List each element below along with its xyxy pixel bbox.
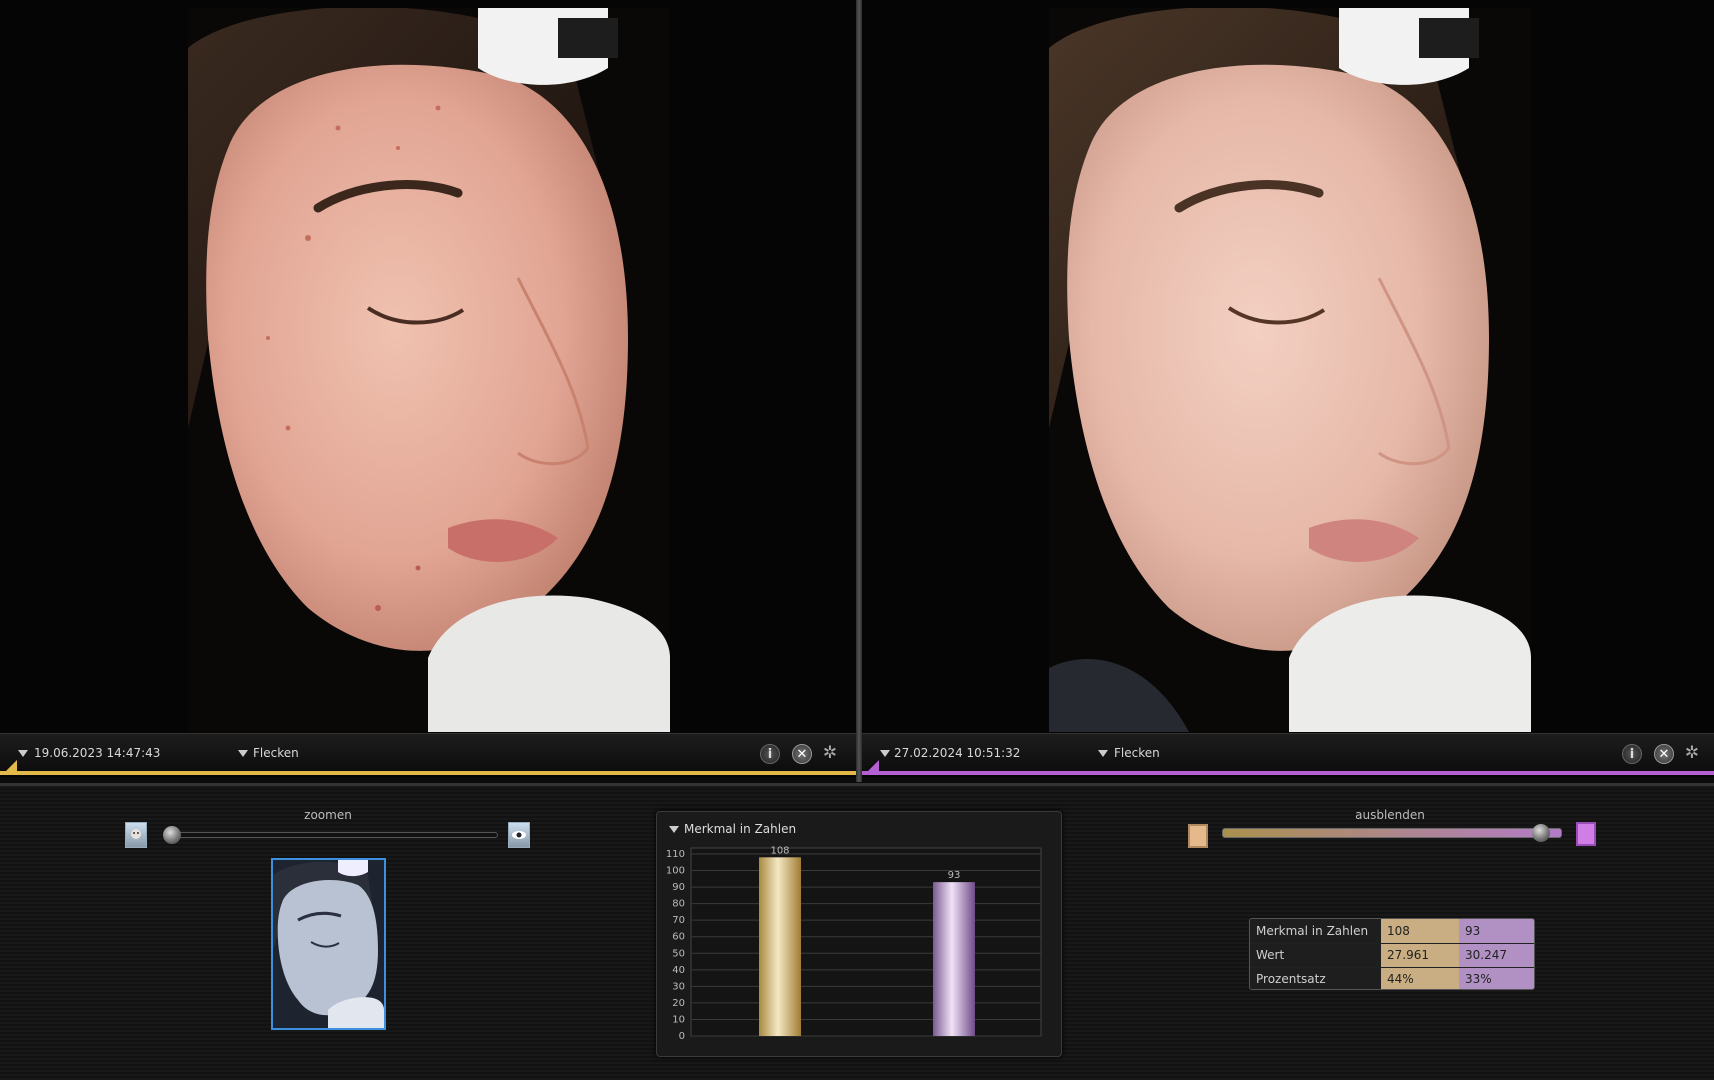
navigator-thumbnail[interactable] [271, 858, 386, 1030]
row-label: Wert [1250, 943, 1381, 968]
blend-label: ausblenden [1355, 808, 1425, 822]
zoom-slider[interactable] [163, 832, 498, 838]
y-tick-label: 20 [672, 998, 685, 1009]
after-info-bar: 27.02.2024 10:51:32 Flecken i ✕ ✲ [862, 733, 1714, 773]
info-icon[interactable]: i [760, 744, 780, 764]
row-label: Prozentsatz [1250, 967, 1381, 989]
zoom-slider-knob[interactable] [163, 826, 181, 844]
y-tick-label: 100 [666, 866, 685, 877]
y-tick-label: 30 [672, 981, 685, 992]
chart-bar[interactable] [759, 857, 801, 1036]
feature-chart-panel: Merkmal in Zahlen 0 10 20 30 40 50 60 70 80 90 100… [656, 811, 1062, 1057]
before-face-photo[interactable] [188, 8, 670, 732]
aperture-icon[interactable]: ✲ [1682, 744, 1702, 764]
close-icon[interactable]: ✕ [1654, 744, 1674, 764]
before-value: 108 [1381, 919, 1459, 944]
aperture-icon[interactable]: ✲ [820, 744, 840, 764]
timestamp-dropdown-icon[interactable] [18, 750, 28, 757]
after-feature-select[interactable]: Flecken [1114, 746, 1160, 760]
after-timestamp[interactable]: 27.02.2024 10:51:32 [894, 746, 1020, 760]
before-value: 44% [1381, 967, 1459, 989]
chart-bar[interactable] [933, 882, 975, 1036]
y-tick-label: 60 [672, 932, 685, 943]
chart-plot-area [690, 847, 1042, 1037]
stats-table: Merkmal in Zahlen 108 93 Wert 27.961 30.… [1249, 918, 1535, 990]
y-tick-label: 90 [672, 882, 685, 893]
table-row: Prozentsatz 44% 33% [1250, 967, 1534, 989]
y-tick-label: 50 [672, 948, 685, 959]
y-tick-label: 10 [672, 1014, 685, 1025]
skin-analysis-app: 19.06.2023 14:47:43 Flecken i ✕ ✲ 27.02.… [0, 0, 1714, 1080]
before-corner-marker [4, 760, 17, 773]
table-row: Wert 27.961 30.247 [1250, 943, 1534, 968]
feature-dropdown-icon[interactable] [238, 750, 248, 757]
bar-data-label: 108 [770, 845, 789, 856]
zoom-label: zoomen [304, 808, 352, 822]
y-tick-label: 0 [679, 1031, 685, 1042]
y-tick-label: 80 [672, 899, 685, 910]
blend-slider[interactable] [1222, 828, 1562, 838]
y-tick-label: 110 [666, 849, 685, 860]
after-image-panel[interactable]: 27.02.2024 10:51:32 Flecken i ✕ ✲ [862, 0, 1714, 777]
after-value: 30.247 [1459, 943, 1534, 968]
after-value: 93 [1459, 919, 1534, 944]
table-row: Merkmal in Zahlen 108 93 [1250, 919, 1534, 944]
before-timestamp[interactable]: 19.06.2023 14:47:43 [34, 746, 160, 760]
before-feature-select[interactable]: Flecken [253, 746, 299, 760]
timestamp-dropdown-icon[interactable] [880, 750, 890, 757]
info-icon[interactable]: i [1622, 744, 1642, 764]
after-swatch-icon[interactable] [1576, 822, 1596, 846]
control-area: zoomen Merkmal in Zahlen 0 10 20 30 40 5… [0, 783, 1714, 1080]
after-corner-marker [866, 760, 879, 773]
bar-data-label: 93 [948, 870, 961, 881]
before-image-panel[interactable]: 19.06.2023 14:47:43 Flecken i ✕ ✲ [0, 0, 858, 777]
feature-dropdown-icon[interactable] [1098, 750, 1108, 757]
before-swatch-icon[interactable] [1188, 824, 1208, 848]
before-info-bar: 19.06.2023 14:47:43 Flecken i ✕ ✲ [0, 733, 858, 773]
y-tick-label: 40 [672, 965, 685, 976]
after-accent-line [862, 771, 1714, 775]
blend-slider-knob[interactable] [1532, 824, 1550, 842]
after-value: 33% [1459, 967, 1534, 989]
row-label: Merkmal in Zahlen [1250, 919, 1381, 944]
after-face-photo[interactable] [1049, 8, 1531, 732]
close-icon[interactable]: ✕ [792, 744, 812, 764]
before-accent-line [0, 771, 858, 775]
bar-chart: 0 10 20 30 40 50 60 70 80 90 100 110 108 93 [666, 845, 1042, 1042]
face-icon[interactable] [125, 822, 147, 848]
eye-icon[interactable] [508, 822, 530, 848]
y-tick-label: 70 [672, 915, 685, 926]
before-value: 27.961 [1381, 943, 1459, 968]
